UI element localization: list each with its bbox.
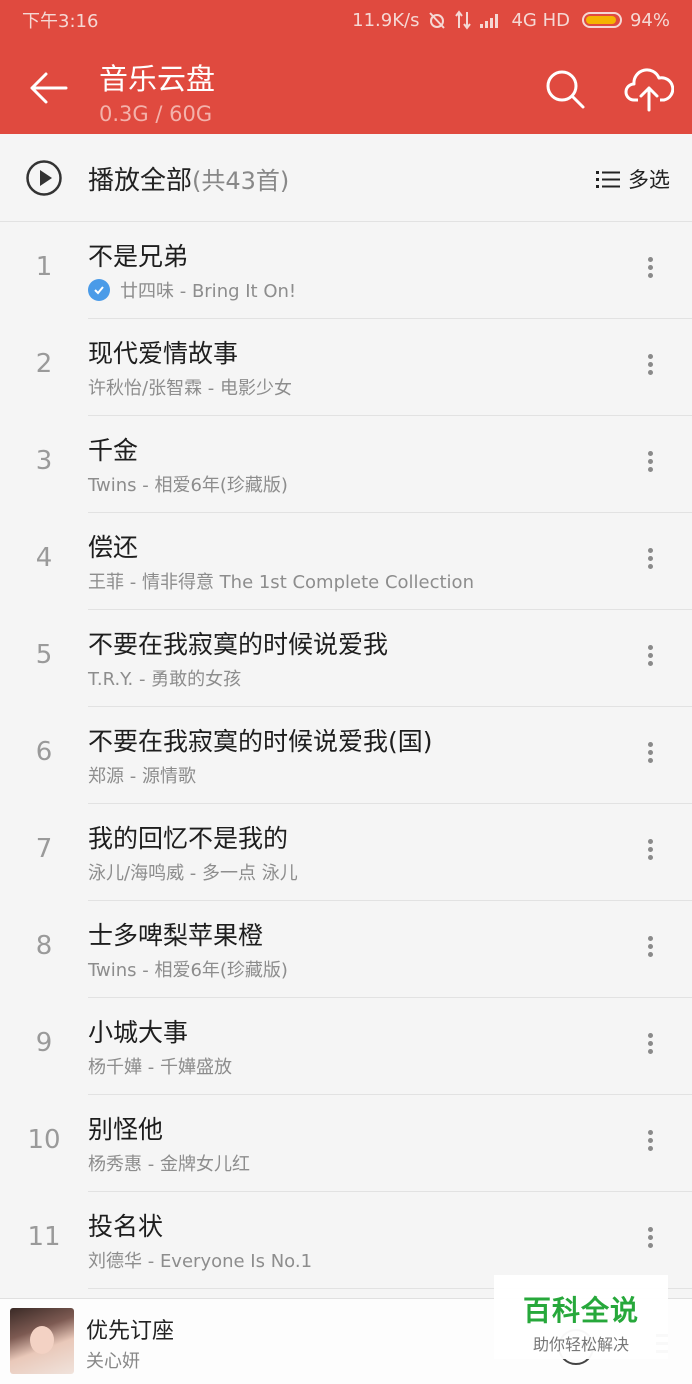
song-content[interactable]: 小城大事 杨千嬅 - 千嬅盛放 xyxy=(88,998,692,1095)
song-content[interactable]: 不是兄弟 廿四味 - Bring It On! xyxy=(88,222,692,319)
song-index: 1 xyxy=(35,252,53,282)
watermark-subtitle: 助你轻松解决 xyxy=(532,1335,629,1354)
song-content[interactable]: 不要在我寂寞的时候说爱我(国) 郑源 - 源情歌 xyxy=(88,707,692,804)
song-meta: 许秋怡/张智霖 - 电影少女 xyxy=(88,378,293,399)
play-all-bar[interactable]: 播放全部(共43首) 多选 xyxy=(0,134,692,222)
more-options-icon[interactable] xyxy=(636,448,664,482)
song-content[interactable]: 千金 Twins - 相爱6年(珍藏版) xyxy=(88,416,692,513)
song-meta: 王菲 - 情非得意 The 1st Complete Collection xyxy=(88,572,474,593)
song-title: 不要在我寂寞的时候说爱我(国) xyxy=(88,727,433,756)
play-all-label[interactable]: 播放全部(共43首) xyxy=(88,160,289,197)
song-row[interactable]: 10 别怪他 杨秀惠 - 金牌女儿红 xyxy=(0,1095,692,1192)
app-bar: 音乐云盘 0.3G / 60G xyxy=(0,40,692,134)
now-playing-title: 优先订座 xyxy=(86,1319,175,1344)
song-title: 不是兄弟 xyxy=(88,242,189,271)
storage-usage: 0.3G / 60G xyxy=(99,102,213,126)
song-row[interactable]: 4 偿还 王菲 - 情非得意 The 1st Complete Collecti… xyxy=(0,513,692,610)
song-title: 现代爱情故事 xyxy=(88,339,239,368)
song-row[interactable]: 2 现代爱情故事 许秋怡/张智霖 - 电影少女 xyxy=(0,319,692,416)
more-options-icon[interactable] xyxy=(636,254,664,288)
song-index: 2 xyxy=(35,349,53,379)
cloud-upload-icon[interactable] xyxy=(624,66,674,112)
song-list: 1 不是兄弟 廿四味 - Bring It On! 2 现代爱情故事 许秋怡/张… xyxy=(0,222,692,1289)
more-options-icon[interactable] xyxy=(636,1224,664,1258)
song-meta: 刘德华 - Everyone Is No.1 xyxy=(88,1251,313,1272)
play-all-text: 播放全部 xyxy=(88,166,193,196)
song-content[interactable]: 不要在我寂寞的时候说爱我 T.R.Y. - 勇敢的女孩 xyxy=(88,610,692,707)
song-index: 11 xyxy=(27,1222,61,1252)
song-content[interactable]: 现代爱情故事 许秋怡/张智霖 - 电影少女 xyxy=(88,319,692,416)
now-playing-artist: 关心妍 xyxy=(86,1351,140,1372)
more-options-icon[interactable] xyxy=(636,351,664,385)
song-row[interactable]: 7 我的回忆不是我的 泳儿/海鸣威 - 多一点 泳儿 xyxy=(0,804,692,901)
song-content[interactable]: 我的回忆不是我的 泳儿/海鸣威 - 多一点 泳儿 xyxy=(88,804,692,901)
song-meta: 杨千嬅 - 千嬅盛放 xyxy=(88,1057,232,1078)
song-index: 9 xyxy=(35,1028,53,1058)
more-options-icon[interactable] xyxy=(636,642,664,676)
song-index: 6 xyxy=(35,737,53,767)
song-count: (共43首) xyxy=(192,167,290,195)
more-options-icon[interactable] xyxy=(636,739,664,773)
song-title: 不要在我寂寞的时候说爱我 xyxy=(88,630,389,659)
list-icon xyxy=(596,171,620,188)
song-meta: 廿四味 - Bring It On! xyxy=(88,277,296,303)
more-options-icon[interactable] xyxy=(636,1030,664,1064)
alarm-off-icon xyxy=(429,12,446,29)
status-indicators: 11.9K/s 4G HD 94% xyxy=(352,10,670,31)
song-row[interactable]: 9 小城大事 杨千嬅 - 千嬅盛放 xyxy=(0,998,692,1095)
more-options-icon[interactable] xyxy=(636,545,664,579)
battery-level: 94% xyxy=(629,9,670,31)
song-meta: 泳儿/海鸣威 - 多一点 泳儿 xyxy=(88,863,298,884)
network-type: 4G HD xyxy=(511,9,570,31)
song-title: 小城大事 xyxy=(88,1018,189,1047)
song-index: 4 xyxy=(35,543,53,573)
more-options-icon[interactable] xyxy=(636,836,664,870)
back-arrow-icon[interactable] xyxy=(26,66,70,110)
watermark-title: 百科全说 xyxy=(522,1294,639,1327)
song-content[interactable]: 偿还 王菲 - 情非得意 The 1st Complete Collection xyxy=(88,513,692,610)
album-art[interactable] xyxy=(10,1308,74,1374)
signal-icon xyxy=(480,14,499,28)
network-speed: 11.9K/s xyxy=(352,9,420,31)
title-block: 音乐云盘 0.3G / 60G xyxy=(99,56,215,126)
play-circle-icon[interactable] xyxy=(25,159,63,197)
song-index: 10 xyxy=(27,1125,61,1155)
watermark-logo: 百科全说 助你轻松解决 xyxy=(494,1275,668,1359)
song-row[interactable]: 8 士多啤梨苹果橙 Twins - 相爱6年(珍藏版) xyxy=(0,901,692,998)
song-meta-text: 廿四味 - Bring It On! xyxy=(120,281,297,302)
search-icon[interactable] xyxy=(544,68,586,110)
song-index: 5 xyxy=(35,640,53,670)
song-content[interactable]: 士多啤梨苹果橙 Twins - 相爱6年(珍藏版) xyxy=(88,901,692,998)
song-title: 千金 xyxy=(88,436,139,465)
page-title: 音乐云盘 xyxy=(99,62,216,96)
song-row[interactable]: 6 不要在我寂寞的时候说爱我(国) 郑源 - 源情歌 xyxy=(0,707,692,804)
song-index: 7 xyxy=(35,834,53,864)
song-row[interactable]: 1 不是兄弟 廿四味 - Bring It On! xyxy=(0,222,692,319)
song-meta: 郑源 - 源情歌 xyxy=(88,766,196,787)
song-title: 士多啤梨苹果橙 xyxy=(88,921,264,950)
status-time: 下午3:16 xyxy=(22,11,99,32)
song-meta: Twins - 相爱6年(珍藏版) xyxy=(88,960,288,981)
song-index: 8 xyxy=(35,931,53,961)
song-title: 偿还 xyxy=(88,533,139,562)
song-meta: T.R.Y. - 勇敢的女孩 xyxy=(88,669,242,690)
song-index: 3 xyxy=(35,446,53,476)
more-options-icon[interactable] xyxy=(636,1127,664,1161)
multi-select-button[interactable]: 多选 xyxy=(596,164,670,194)
song-meta: Twins - 相爱6年(珍藏版) xyxy=(88,475,288,496)
song-row[interactable]: 5 不要在我寂寞的时候说爱我 T.R.Y. - 勇敢的女孩 xyxy=(0,610,692,707)
song-row[interactable]: 3 千金 Twins - 相爱6年(珍藏版) xyxy=(0,416,692,513)
data-transfer-icon xyxy=(455,10,472,30)
song-meta: 杨秀惠 - 金牌女儿红 xyxy=(88,1154,250,1175)
verified-check-icon xyxy=(88,279,110,301)
multi-select-label: 多选 xyxy=(628,168,670,192)
status-bar: 下午3:16 11.9K/s 4G HD 94% xyxy=(0,0,692,40)
more-options-icon[interactable] xyxy=(636,933,664,967)
song-title: 我的回忆不是我的 xyxy=(88,824,289,853)
song-content[interactable]: 别怪他 杨秀惠 - 金牌女儿红 xyxy=(88,1095,692,1192)
song-title: 投名状 xyxy=(88,1212,164,1241)
battery-icon xyxy=(581,12,622,28)
song-title: 别怪他 xyxy=(88,1115,164,1144)
